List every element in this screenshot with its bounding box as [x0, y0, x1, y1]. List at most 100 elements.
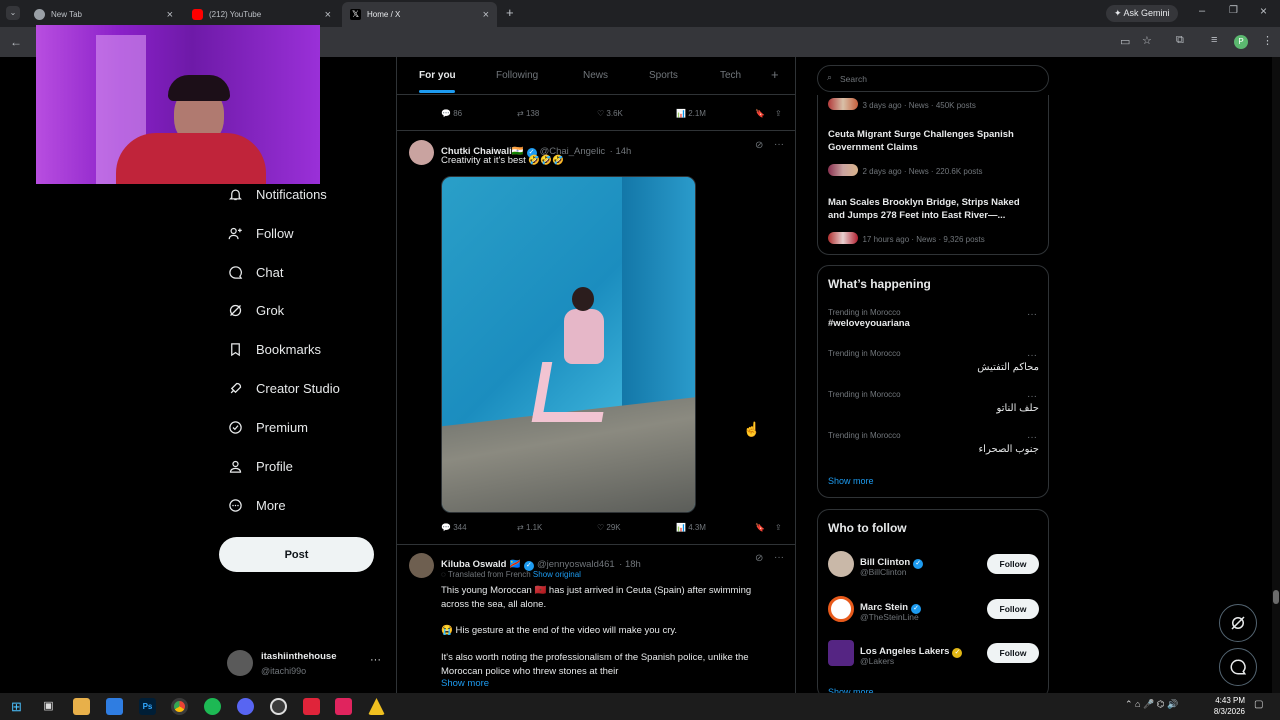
grok-analyze-icon[interactable]: ⊘ [755, 140, 763, 151]
tweet-avatar[interactable] [409, 553, 434, 578]
media-icon[interactable]: ≡ [1211, 34, 1217, 46]
obs-icon[interactable] [270, 698, 287, 715]
tab-new-tab[interactable]: New Tab × [26, 2, 181, 27]
new-tab-icon[interactable]: + [506, 5, 514, 20]
trend-item[interactable]: Trending in Morocco حلف الناتو [828, 390, 1039, 415]
like-button[interactable]: ♡ 29K [597, 523, 621, 532]
windows-start-icon[interactable]: ⊞ [8, 698, 25, 715]
discord-icon[interactable] [237, 698, 254, 715]
trend-item[interactable]: Trending in Morocco جنوب الصحراء [828, 431, 1039, 456]
nav-premium[interactable]: Premium [227, 419, 308, 435]
trend-item[interactable]: Trending in Morocco محاكم التفتيش [828, 349, 1039, 374]
page-scrollbar[interactable] [1272, 57, 1280, 693]
window-close-icon[interactable]: × [1260, 4, 1267, 18]
tweet-avatar[interactable] [409, 140, 434, 165]
share-icon[interactable]: ⇪ [775, 523, 782, 532]
tab-home-x[interactable]: 𝕏 Home / X × [342, 2, 497, 27]
nav-creator-studio[interactable]: Creator Studio [227, 380, 340, 396]
notification-center-icon[interactable]: ▢ [1254, 699, 1263, 710]
repost-button[interactable]: ⇄ 1.1K [517, 523, 542, 532]
chrome-taskbar-icon[interactable] [171, 698, 188, 715]
back-icon[interactable]: ← [10, 35, 22, 49]
news-item[interactable]: 2 days ago · News · 220.6K posts [828, 161, 983, 179]
news-item[interactable]: 17 hours ago · News · 9,326 posts [828, 229, 985, 247]
nav-profile[interactable]: Profile [227, 458, 293, 474]
tweet-time[interactable]: · 14h [610, 146, 632, 157]
add-tab-icon[interactable]: + [771, 67, 779, 82]
photoshop-icon[interactable]: Ps [139, 698, 156, 715]
nav-follow[interactable]: Follow [227, 225, 294, 241]
bookmark-action-icon[interactable]: 🔖 [755, 523, 765, 532]
task-view-icon[interactable]: ▣ [40, 698, 57, 715]
close-icon[interactable]: × [325, 9, 331, 21]
author-handle[interactable]: @jennyoswald461 [537, 559, 615, 570]
file-explorer-icon[interactable] [73, 698, 90, 715]
tweet-video[interactable] [441, 176, 696, 513]
tab-following[interactable]: Following [496, 70, 538, 81]
close-icon[interactable]: × [483, 9, 489, 21]
store-icon[interactable] [106, 698, 123, 715]
news-title[interactable]: Ceuta Migrant Surge Challenges Spanish G… [828, 128, 1038, 154]
clock-date[interactable]: 8/3/2026 [1205, 707, 1245, 716]
profile-avatar[interactable]: P [1234, 35, 1248, 49]
tab-for-you[interactable]: For you [419, 70, 456, 81]
nav-grok[interactable]: Grok [227, 302, 284, 318]
menu-kebab-icon[interactable]: ⋮ [1262, 34, 1273, 47]
news-title[interactable]: Man Scales Brooklyn Bridge, Strips Naked… [828, 196, 1038, 222]
cast-icon[interactable]: ▭ [1120, 35, 1130, 48]
like-button[interactable]: ♡ 3.6K [597, 109, 623, 118]
nav-notifications[interactable]: Notifications [227, 186, 327, 202]
grok-analyze-icon[interactable]: ⊘ [755, 553, 763, 564]
app-yellow-icon[interactable] [368, 698, 385, 715]
reply-button[interactable]: 💬 344 [441, 523, 467, 532]
trend-more-icon[interactable]: ··· [1027, 432, 1037, 443]
follow-button[interactable]: Follow [987, 643, 1039, 663]
views-button[interactable]: 📊 4.3M [676, 523, 706, 532]
restore-icon[interactable]: ❐ [1229, 5, 1238, 16]
clock-time[interactable]: 4:43 PM [1205, 696, 1245, 705]
search-placeholder[interactable]: Search [840, 74, 867, 84]
close-icon[interactable]: × [167, 9, 173, 21]
grok-float-button[interactable] [1219, 604, 1257, 642]
post-button[interactable]: Post [219, 537, 374, 572]
views-button[interactable]: 📊 2.1M [676, 109, 706, 118]
tweet-more-icon[interactable]: ··· [774, 139, 784, 150]
follow-button[interactable]: Follow [987, 599, 1039, 619]
trend-more-icon[interactable]: ··· [1027, 309, 1037, 320]
follow-button[interactable]: Follow [987, 554, 1039, 574]
tweet-more-icon[interactable]: ··· [774, 552, 784, 563]
nav-more[interactable]: More [227, 497, 286, 513]
suggestion-avatar[interactable] [828, 551, 854, 577]
share-icon[interactable]: ⇪ [775, 109, 782, 118]
system-tray-icons[interactable]: ⌃ ⌂ 🎤 ⌬ 🔊 [1125, 699, 1178, 710]
app-pink-icon[interactable] [335, 698, 352, 715]
tab-news[interactable]: News [583, 70, 608, 81]
app-red-icon[interactable] [303, 698, 320, 715]
tab-tech[interactable]: Tech [720, 70, 741, 81]
nav-bookmarks[interactable]: Bookmarks [227, 341, 321, 357]
trend-more-icon[interactable]: ··· [1027, 350, 1037, 361]
search-box[interactable]: ⌕ Search [817, 65, 1049, 92]
suggestion-avatar[interactable] [828, 596, 854, 622]
star-icon[interactable]: ☆ [1142, 34, 1152, 47]
repost-button[interactable]: ⇄ 138 [517, 109, 539, 118]
scrollbar-thumb[interactable] [1273, 590, 1279, 604]
suggestion-avatar[interactable] [828, 640, 854, 666]
messages-float-button[interactable] [1219, 648, 1257, 686]
spotify-icon[interactable] [204, 698, 221, 715]
bookmark-action-icon[interactable]: 🔖 [755, 109, 765, 118]
show-more-link[interactable]: Show more [441, 677, 489, 691]
tab-search-icon[interactable]: ⌄ [6, 6, 20, 20]
news-item[interactable]: 3 days ago · News · 450K posts [828, 95, 976, 113]
show-original-link[interactable]: Show original [533, 570, 581, 579]
show-more-link[interactable]: Show more [828, 476, 874, 486]
tab-sports[interactable]: Sports [649, 70, 678, 81]
reply-button[interactable]: 💬 86 [441, 109, 462, 118]
minimize-icon[interactable]: – [1199, 5, 1205, 17]
author-name[interactable]: Kiluba Oswald 🇨🇩 [441, 559, 521, 570]
trend-more-icon[interactable]: ··· [1027, 391, 1037, 402]
tweet-time[interactable]: · 18h [619, 559, 641, 570]
extensions-icon[interactable]: ⧉ [1176, 34, 1184, 47]
trend-item[interactable]: Trending in Morocco #weloveyouariana [828, 308, 1038, 330]
ask-gemini-button[interactable]: ✦ Ask Gemini [1106, 5, 1178, 22]
